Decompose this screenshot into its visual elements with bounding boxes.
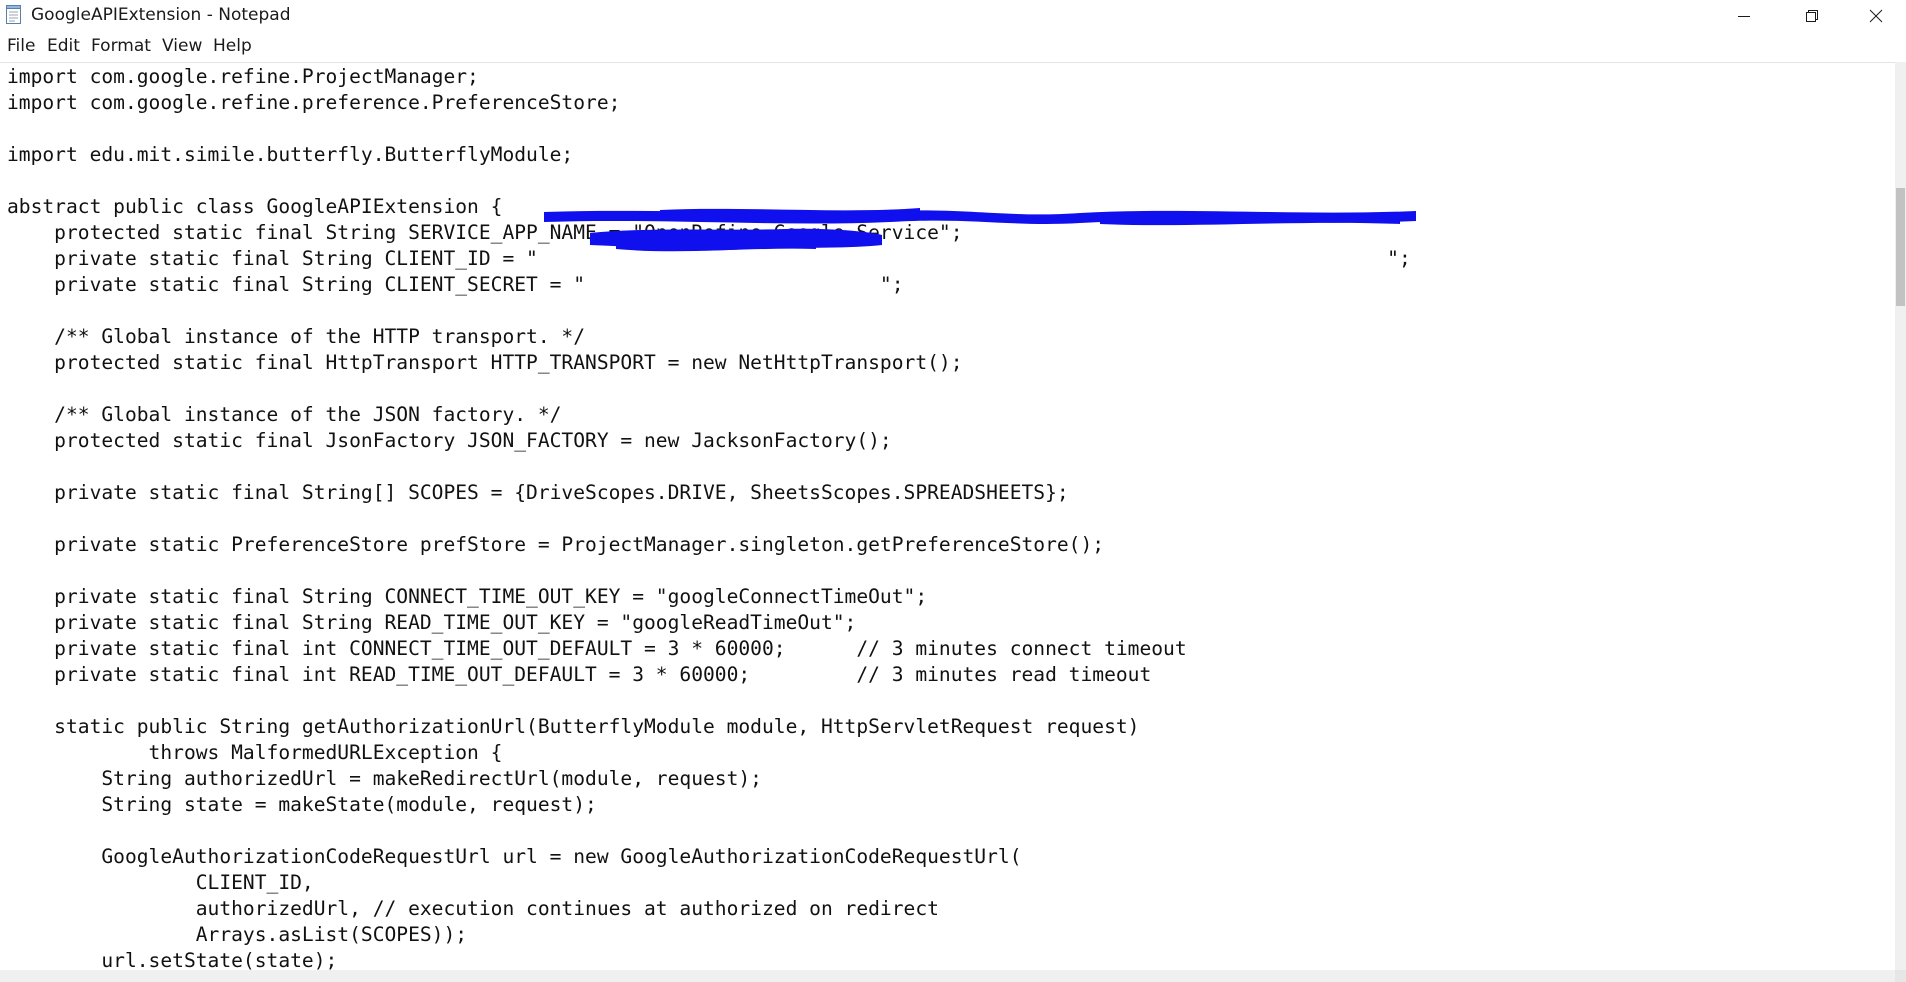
code-line[interactable]: throws MalformedURLException { [7, 740, 1411, 766]
restore-icon [1806, 9, 1818, 22]
code-line[interactable] [7, 116, 1411, 142]
code-line[interactable]: authorizedUrl, // execution continues at… [7, 896, 1411, 922]
code-line[interactable]: protected static final HttpTransport HTT… [7, 350, 1411, 376]
code-line[interactable]: private static PreferenceStore prefStore… [7, 532, 1411, 558]
code-line[interactable]: protected static final String SERVICE_AP… [7, 220, 1411, 246]
restore-button[interactable] [1778, 0, 1846, 31]
code-line[interactable]: static public String getAuthorizationUrl… [7, 714, 1411, 740]
code-text[interactable]: import com.google.refine.ProjectManager;… [7, 64, 1411, 971]
code-line[interactable]: private static final String CLIENT_SECRE… [7, 272, 1411, 298]
menu-file[interactable]: File [7, 36, 35, 56]
horizontal-scrollbar[interactable] [0, 970, 1895, 982]
text-editor[interactable]: import com.google.refine.ProjectManager;… [0, 62, 1895, 971]
code-line[interactable]: abstract public class GoogleAPIExtension… [7, 194, 1411, 220]
menu-bar: File Edit Format View Help [0, 33, 1906, 61]
code-line[interactable]: private static final int CONNECT_TIME_OU… [7, 636, 1411, 662]
minimize-button[interactable] [1710, 0, 1778, 31]
menu-format[interactable]: Format [91, 36, 151, 56]
minimize-icon [1738, 15, 1750, 17]
code-line[interactable]: import edu.mit.simile.butterfly.Butterfl… [7, 142, 1411, 168]
code-line[interactable] [7, 298, 1411, 324]
menu-view[interactable]: View [162, 36, 202, 56]
code-line[interactable]: Arrays.asList(SCOPES)); [7, 922, 1411, 948]
menu-edit[interactable]: Edit [47, 36, 80, 56]
code-line[interactable]: String state = makeState(module, request… [7, 792, 1411, 818]
close-button[interactable] [1846, 0, 1906, 31]
code-line[interactable]: private static final String[] SCOPES = {… [7, 480, 1411, 506]
scrollbar-corner [1895, 970, 1906, 982]
code-line[interactable]: private static final String CLIENT_ID = … [7, 246, 1411, 272]
code-line[interactable] [7, 506, 1411, 532]
code-line[interactable]: protected static final JsonFactory JSON_… [7, 428, 1411, 454]
code-line[interactable]: import com.google.refine.preference.Pref… [7, 90, 1411, 116]
code-line[interactable]: import com.google.refine.ProjectManager; [7, 64, 1411, 90]
code-line[interactable]: CLIENT_ID, [7, 870, 1411, 896]
code-line[interactable]: /** Global instance of the JSON factory.… [7, 402, 1411, 428]
vertical-scroll-thumb[interactable] [1896, 188, 1905, 306]
window-title: GoogleAPIExtension - Notepad [31, 5, 291, 25]
code-line[interactable]: String authorizedUrl = makeRedirectUrl(m… [7, 766, 1411, 792]
code-line[interactable]: GoogleAuthorizationCodeRequestUrl url = … [7, 844, 1411, 870]
code-line[interactable]: private static final String READ_TIME_OU… [7, 610, 1411, 636]
code-line[interactable]: private static final int READ_TIME_OUT_D… [7, 662, 1411, 688]
menu-help[interactable]: Help [213, 36, 252, 56]
code-line[interactable]: private static final String CONNECT_TIME… [7, 584, 1411, 610]
code-line[interactable]: url.setState(state); [7, 948, 1411, 971]
code-line[interactable] [7, 688, 1411, 714]
close-icon [1869, 9, 1883, 22]
notepad-icon [6, 5, 21, 24]
code-line[interactable] [7, 818, 1411, 844]
code-line[interactable]: /** Global instance of the HTTP transpor… [7, 324, 1411, 350]
title-bar[interactable]: GoogleAPIExtension - Notepad [0, 0, 1906, 31]
notepad-window: GoogleAPIExtension - Notepad File Edit F… [0, 0, 1906, 982]
code-line[interactable] [7, 454, 1411, 480]
code-line[interactable] [7, 558, 1411, 584]
code-line[interactable] [7, 168, 1411, 194]
code-line[interactable] [7, 376, 1411, 402]
vertical-scrollbar[interactable] [1895, 62, 1906, 970]
